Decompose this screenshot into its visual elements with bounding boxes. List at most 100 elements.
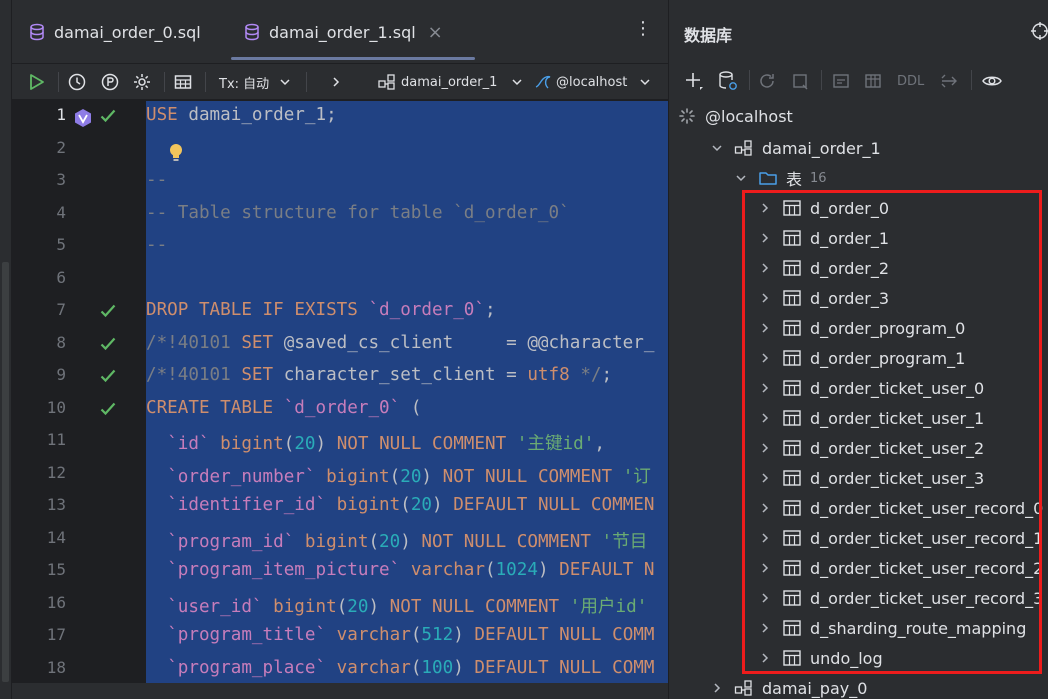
gear-icon[interactable]	[132, 70, 152, 94]
tree-table-item[interactable]: d_order_program_1	[758, 343, 965, 373]
tree-folder-tables[interactable]: 表 16	[734, 163, 827, 193]
chevron-right-icon[interactable]	[758, 592, 772, 604]
ddl-button[interactable]: DDL	[897, 70, 924, 92]
code-line[interactable]: `program_place` varchar(100) DEFAULT NUL…	[146, 658, 654, 678]
chevron-right-icon[interactable]	[758, 472, 772, 484]
chevron-down-icon[interactable]	[734, 172, 748, 184]
chevron-right-icon[interactable]	[758, 322, 772, 334]
query-console-icon[interactable]	[831, 70, 851, 92]
code-line[interactable]: `program_id` bigint(20) NOT NULL COMMENT…	[146, 528, 647, 553]
tree-table-item[interactable]: d_sharding_route_mapping	[758, 613, 1026, 643]
code-line[interactable]: `user_id` bigint(20) NOT NULL COMMENT '用…	[146, 593, 647, 618]
eye-icon[interactable]	[981, 70, 1003, 92]
chevron-right-icon[interactable]	[330, 70, 342, 94]
tree-table-item[interactable]: d_order_ticket_user_1	[758, 403, 984, 433]
tree-table-item[interactable]: d_order_1	[758, 223, 889, 253]
tree-host[interactable]: @localhost	[677, 101, 793, 131]
tree-label: d_order_ticket_user_record_2	[810, 558, 1044, 578]
code-line[interactable]: `order_number` bigint(20) NOT NULL COMME…	[146, 463, 651, 488]
close-tab-icon[interactable]: ×	[428, 22, 443, 43]
code-line[interactable]: `id` bigint(20) NOT NULL COMMENT '主键id',	[146, 430, 605, 455]
explain-plan-icon[interactable]	[100, 70, 120, 94]
chevron-right-icon[interactable]	[710, 682, 724, 694]
tab-damai-order-1[interactable]: damai_order_1.sql ×	[231, 10, 475, 60]
left-scroll-strip	[0, 0, 12, 699]
toolbar-divider	[821, 70, 822, 90]
tree-table-item[interactable]: d_order_0	[758, 193, 889, 223]
transaction-mode-dropdown[interactable]: Tx: 自动	[219, 70, 291, 94]
tree-table-item[interactable]: d_order_ticket_user_record_3	[758, 583, 1043, 613]
chevron-right-icon[interactable]	[758, 562, 772, 574]
code-line[interactable]: `program_item_picture` varchar(1024) DEF…	[146, 560, 654, 580]
result-grid-icon[interactable]	[173, 70, 193, 94]
run-statement-icon[interactable]	[73, 108, 93, 128]
code-line[interactable]: USE damai_order_1;	[146, 105, 337, 125]
code-line[interactable]: /*!40101 SET character_set_client = utf8…	[146, 365, 612, 385]
executed-check-icon	[100, 369, 116, 383]
tree-schema-damai-order-1[interactable]: damai_order_1	[710, 133, 881, 163]
refresh-icon[interactable]	[757, 70, 777, 92]
chevron-right-icon[interactable]	[758, 292, 772, 304]
editor-horizontal-scrollbar[interactable]	[12, 683, 668, 699]
tree-table-item[interactable]: d_order_ticket_user_record_1	[758, 523, 1043, 553]
datasource-selector[interactable]: @localhost	[534, 70, 651, 94]
left-scrollbar-thumb[interactable]	[2, 262, 9, 682]
tree-table-item[interactable]: d_order_ticket_user_0	[758, 373, 984, 403]
table-data-icon[interactable]	[863, 70, 883, 92]
tab-more-menu-icon[interactable]: ⋮	[634, 20, 652, 38]
chevron-right-icon[interactable]	[758, 532, 772, 544]
tree-icon-wrap	[782, 589, 802, 607]
table-icon	[783, 470, 801, 486]
chevron-right-icon[interactable]	[758, 622, 772, 634]
table-icon	[783, 290, 801, 306]
history-icon[interactable]	[67, 70, 87, 94]
chevron-right-icon[interactable]	[758, 232, 772, 244]
code-line[interactable]: --	[146, 170, 167, 190]
locate-crosshair-icon[interactable]	[1031, 22, 1048, 40]
chevron-right-icon[interactable]	[758, 412, 772, 424]
code-line[interactable]: -- Table structure for table `d_order_0`	[146, 203, 570, 223]
database-panel: 数据库 DDL @localhost damai_order_1 表 16 d_orde…	[668, 0, 1048, 699]
chevron-right-icon[interactable]	[758, 382, 772, 394]
tree-schema-damai-pay-0[interactable]: damai_pay_0	[710, 673, 867, 699]
database-toolbar: DDL	[669, 64, 1048, 98]
tree-table-item[interactable]: undo_log	[758, 643, 883, 673]
tree-table-item[interactable]: d_order_program_0	[758, 313, 965, 343]
lightbulb-icon[interactable]	[168, 143, 184, 163]
chevron-right-icon[interactable]	[758, 262, 772, 274]
line-number: 9	[56, 365, 66, 384]
table-icon	[783, 620, 801, 636]
code-line[interactable]: --	[146, 235, 167, 255]
jump-to-icon[interactable]	[939, 70, 961, 92]
sync-schema-icon[interactable]	[791, 70, 811, 92]
add-icon[interactable]	[683, 70, 705, 92]
code-line[interactable]: `identifier_id` bigint(20) DEFAULT NULL …	[146, 495, 654, 515]
table-icon	[783, 200, 801, 216]
tree-label: d_order_program_0	[810, 318, 966, 338]
tree-table-item[interactable]: d_order_2	[758, 253, 889, 283]
code-line[interactable]: `program_title` varchar(512) DEFAULT NUL…	[146, 625, 654, 645]
code-line[interactable]: /*!40101 SET @saved_cs_client = @@charac…	[146, 333, 654, 353]
code-line[interactable]: DROP TABLE IF EXISTS `d_order_0`;	[146, 300, 496, 320]
transaction-mode-label: Tx: 自动	[219, 76, 270, 92]
schema-selector[interactable]: damai_order_1	[378, 70, 523, 94]
toolbar-divider	[58, 72, 59, 92]
chevron-right-icon[interactable]	[758, 352, 772, 364]
chevron-right-icon[interactable]	[758, 442, 772, 454]
code-line[interactable]: CREATE TABLE `d_order_0` (	[146, 398, 421, 418]
tree-table-item[interactable]: d_order_ticket_user_3	[758, 463, 984, 493]
chevron-down-icon[interactable]	[710, 142, 724, 154]
tree-table-item[interactable]: d_order_3	[758, 283, 889, 313]
tab-damai-order-0[interactable]: damai_order_0.sql	[28, 10, 201, 54]
tree-table-item[interactable]: d_order_ticket_user_2	[758, 433, 984, 463]
chevron-right-icon[interactable]	[758, 652, 772, 664]
table-icon	[783, 350, 801, 366]
chevron-right-icon[interactable]	[758, 202, 772, 214]
tree-table-item[interactable]: d_order_ticket_user_record_0	[758, 493, 1043, 523]
chevron-right-icon[interactable]	[758, 502, 772, 514]
tree-label: d_order_ticket_user_record_1	[810, 528, 1044, 548]
datasource-properties-icon[interactable]	[717, 70, 739, 92]
tree-table-item[interactable]: d_order_ticket_user_record_2	[758, 553, 1043, 583]
run-icon[interactable]	[26, 70, 46, 94]
code-area[interactable]: USE damai_order_1; -- -- Table structure f…	[146, 101, 668, 683]
